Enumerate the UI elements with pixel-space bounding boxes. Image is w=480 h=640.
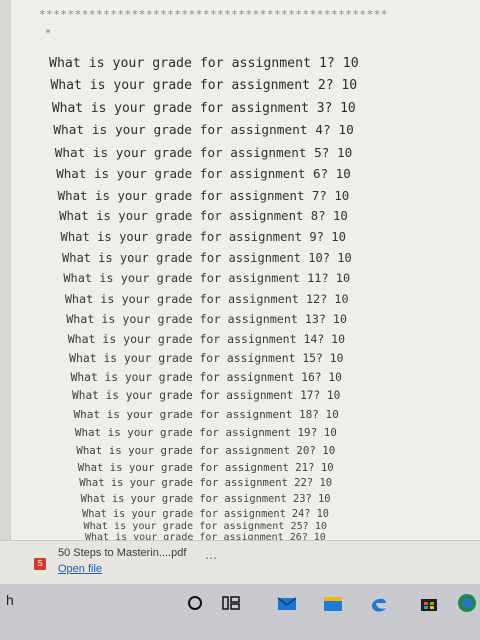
download-bar: S 50 Steps to Masterin....pdf Open file …: [0, 540, 480, 585]
console-line: What is your grade for assignment 20? 10: [76, 443, 336, 457]
pdf-icon[interactable]: S: [34, 558, 46, 570]
console-line: What is your grade for assignment 5? 10: [54, 144, 353, 160]
download-file-name[interactable]: 50 Steps to Masterin....pdf: [58, 547, 186, 559]
console-line: What is your grade for assignment 2? 10: [50, 78, 358, 94]
console-line: What is your grade for assignment 23? 10: [80, 493, 331, 505]
more-options-button[interactable]: ⋯: [205, 551, 218, 565]
store-icon[interactable]: [416, 590, 442, 616]
taskbar-search-text[interactable]: h: [6, 592, 14, 608]
console-line: What is your grade for assignment 1? 10: [49, 56, 359, 71]
mail-icon[interactable]: [274, 590, 300, 616]
open-file-link[interactable]: Open file: [58, 563, 102, 575]
console-line: What is your grade for assignment 16? 10: [70, 370, 342, 384]
console-line: What is your grade for assignment 11? 10: [63, 271, 351, 286]
console-line: What is your grade for assignment 7? 10: [57, 187, 350, 203]
cortana-circle-icon[interactable]: [182, 590, 208, 616]
console-window: ****************************************…: [10, 0, 480, 540]
console-line: What is your grade for assignment 17? 10: [72, 389, 341, 403]
task-view-icon[interactable]: [218, 590, 244, 616]
console-line: What is your grade for assignment 18? 10: [73, 407, 339, 421]
console-line: What is your grade for assignment 26? 10: [85, 532, 326, 540]
console-line: What is your grade for assignment 22? 10: [79, 477, 333, 490]
console-line: What is your grade for assignment 25? 10: [83, 521, 328, 533]
console-line: What is your grade for assignment 6? 10: [56, 166, 351, 182]
console-line: What is your grade for assignment 14? 10: [67, 331, 346, 346]
edge-icon[interactable]: [366, 590, 392, 616]
console-line: What is your grade for assignment 13? 10: [66, 311, 347, 326]
console-line: What is your grade for assignment 9? 10: [60, 230, 346, 245]
console-line: What is your grade for assignment 15? 10: [69, 351, 344, 366]
console-line: What is your grade for assignment 12? 10: [64, 291, 349, 306]
console-line: What is your grade for assignment 19? 10: [74, 426, 337, 439]
console-line: What is your grade for assignment 21? 10: [77, 460, 334, 474]
console-line: What is your grade for assignment 10? 10: [61, 250, 352, 265]
console-line: What is your grade for assignment 8? 10: [59, 208, 348, 223]
console-line: What is your grade for assignment 4? 10: [53, 122, 354, 138]
console-line: What is your grade for assignment 3? 10: [51, 100, 356, 116]
globe-icon[interactable]: [454, 590, 480, 616]
console-line: What is your grade for assignment 24? 10: [82, 507, 329, 520]
file-explorer-icon[interactable]: [320, 590, 346, 616]
taskbar: h: [0, 584, 480, 640]
console-output: What is your grade for assignment 1? 10 W…: [11, 0, 480, 540]
